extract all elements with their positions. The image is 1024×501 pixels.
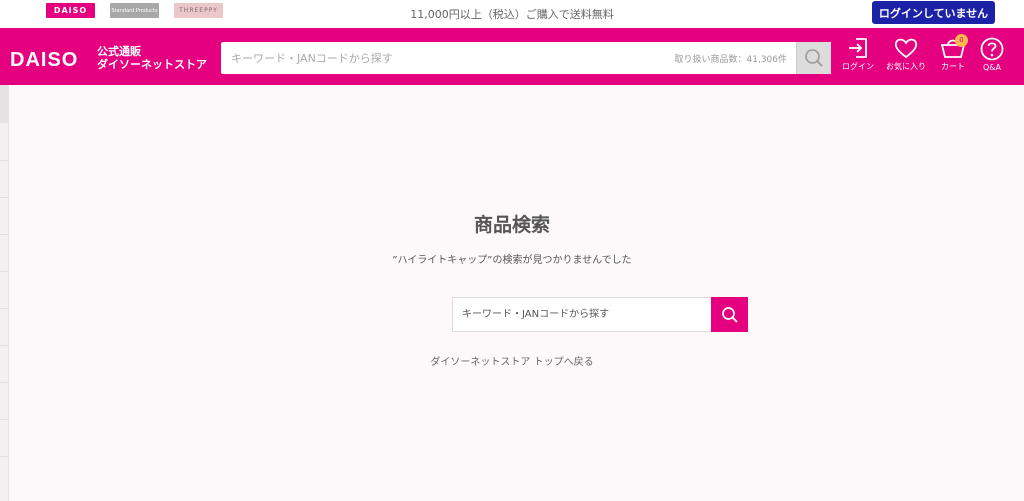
- side-strip-block: [0, 85, 9, 123]
- search-icon: [805, 49, 823, 67]
- cart-link[interactable]: 0 カート: [933, 34, 973, 72]
- cart-label: カート: [941, 62, 965, 71]
- daiso-logo[interactable]: DAISO: [10, 49, 78, 72]
- main-search-input[interactable]: [452, 297, 712, 332]
- header-search: 取り扱い商品数：41,306件: [221, 42, 831, 74]
- side-strip-divider: [0, 456, 9, 457]
- login-link[interactable]: ログイン: [838, 37, 878, 72]
- login-label: ログイン: [842, 62, 874, 71]
- side-scroll-strip: [0, 85, 9, 501]
- side-strip-divider: [0, 419, 9, 420]
- item-count: 取り扱い商品数：41,306件: [674, 55, 788, 65]
- store-name-line2: ダイソーネットストア: [97, 58, 207, 71]
- store-name[interactable]: 公式通販 ダイソーネットストア: [97, 45, 207, 71]
- store-name-line1: 公式通販: [97, 45, 141, 58]
- back-to-top-link[interactable]: ダイソーネットストア トップへ戻る: [0, 353, 1024, 368]
- no-results-message: ”ハイライトキャップ”の検索が見つかりませんでした: [392, 255, 632, 266]
- header-search-input[interactable]: [221, 42, 661, 74]
- top-bar: DAISO Standard Products THREEPPY 11,000円…: [0, 0, 1024, 28]
- help-icon: [980, 37, 1004, 61]
- side-strip-divider: [0, 197, 9, 198]
- login-status-button[interactable]: ログインしていません: [872, 1, 995, 24]
- heart-icon: [894, 38, 918, 59]
- qa-label: Q&A: [982, 63, 1001, 72]
- side-strip-divider: [0, 382, 9, 383]
- side-strip-divider: [0, 271, 9, 272]
- side-strip-divider: [0, 345, 9, 346]
- login-icon: [849, 38, 867, 58]
- side-strip-divider: [0, 160, 9, 161]
- favorites-link[interactable]: お気に入り: [886, 37, 926, 72]
- main-search-button[interactable]: [711, 297, 748, 332]
- main-search: [452, 297, 748, 332]
- cart-count-badge: 0: [955, 34, 968, 47]
- header-search-button[interactable]: [796, 42, 831, 74]
- side-strip-divider: [0, 308, 9, 309]
- qa-link[interactable]: Q&A: [972, 37, 1012, 72]
- favorites-label: お気に入り: [886, 62, 926, 71]
- site-header: DAISO 公式通販 ダイソーネットストア 取り扱い商品数：41,306件 ログ…: [0, 28, 1024, 85]
- shipping-notice: 11,000円以上（税込）ご購入で送料無料: [410, 8, 614, 21]
- search-icon: [721, 306, 738, 323]
- page-title: 商品検索: [473, 214, 550, 236]
